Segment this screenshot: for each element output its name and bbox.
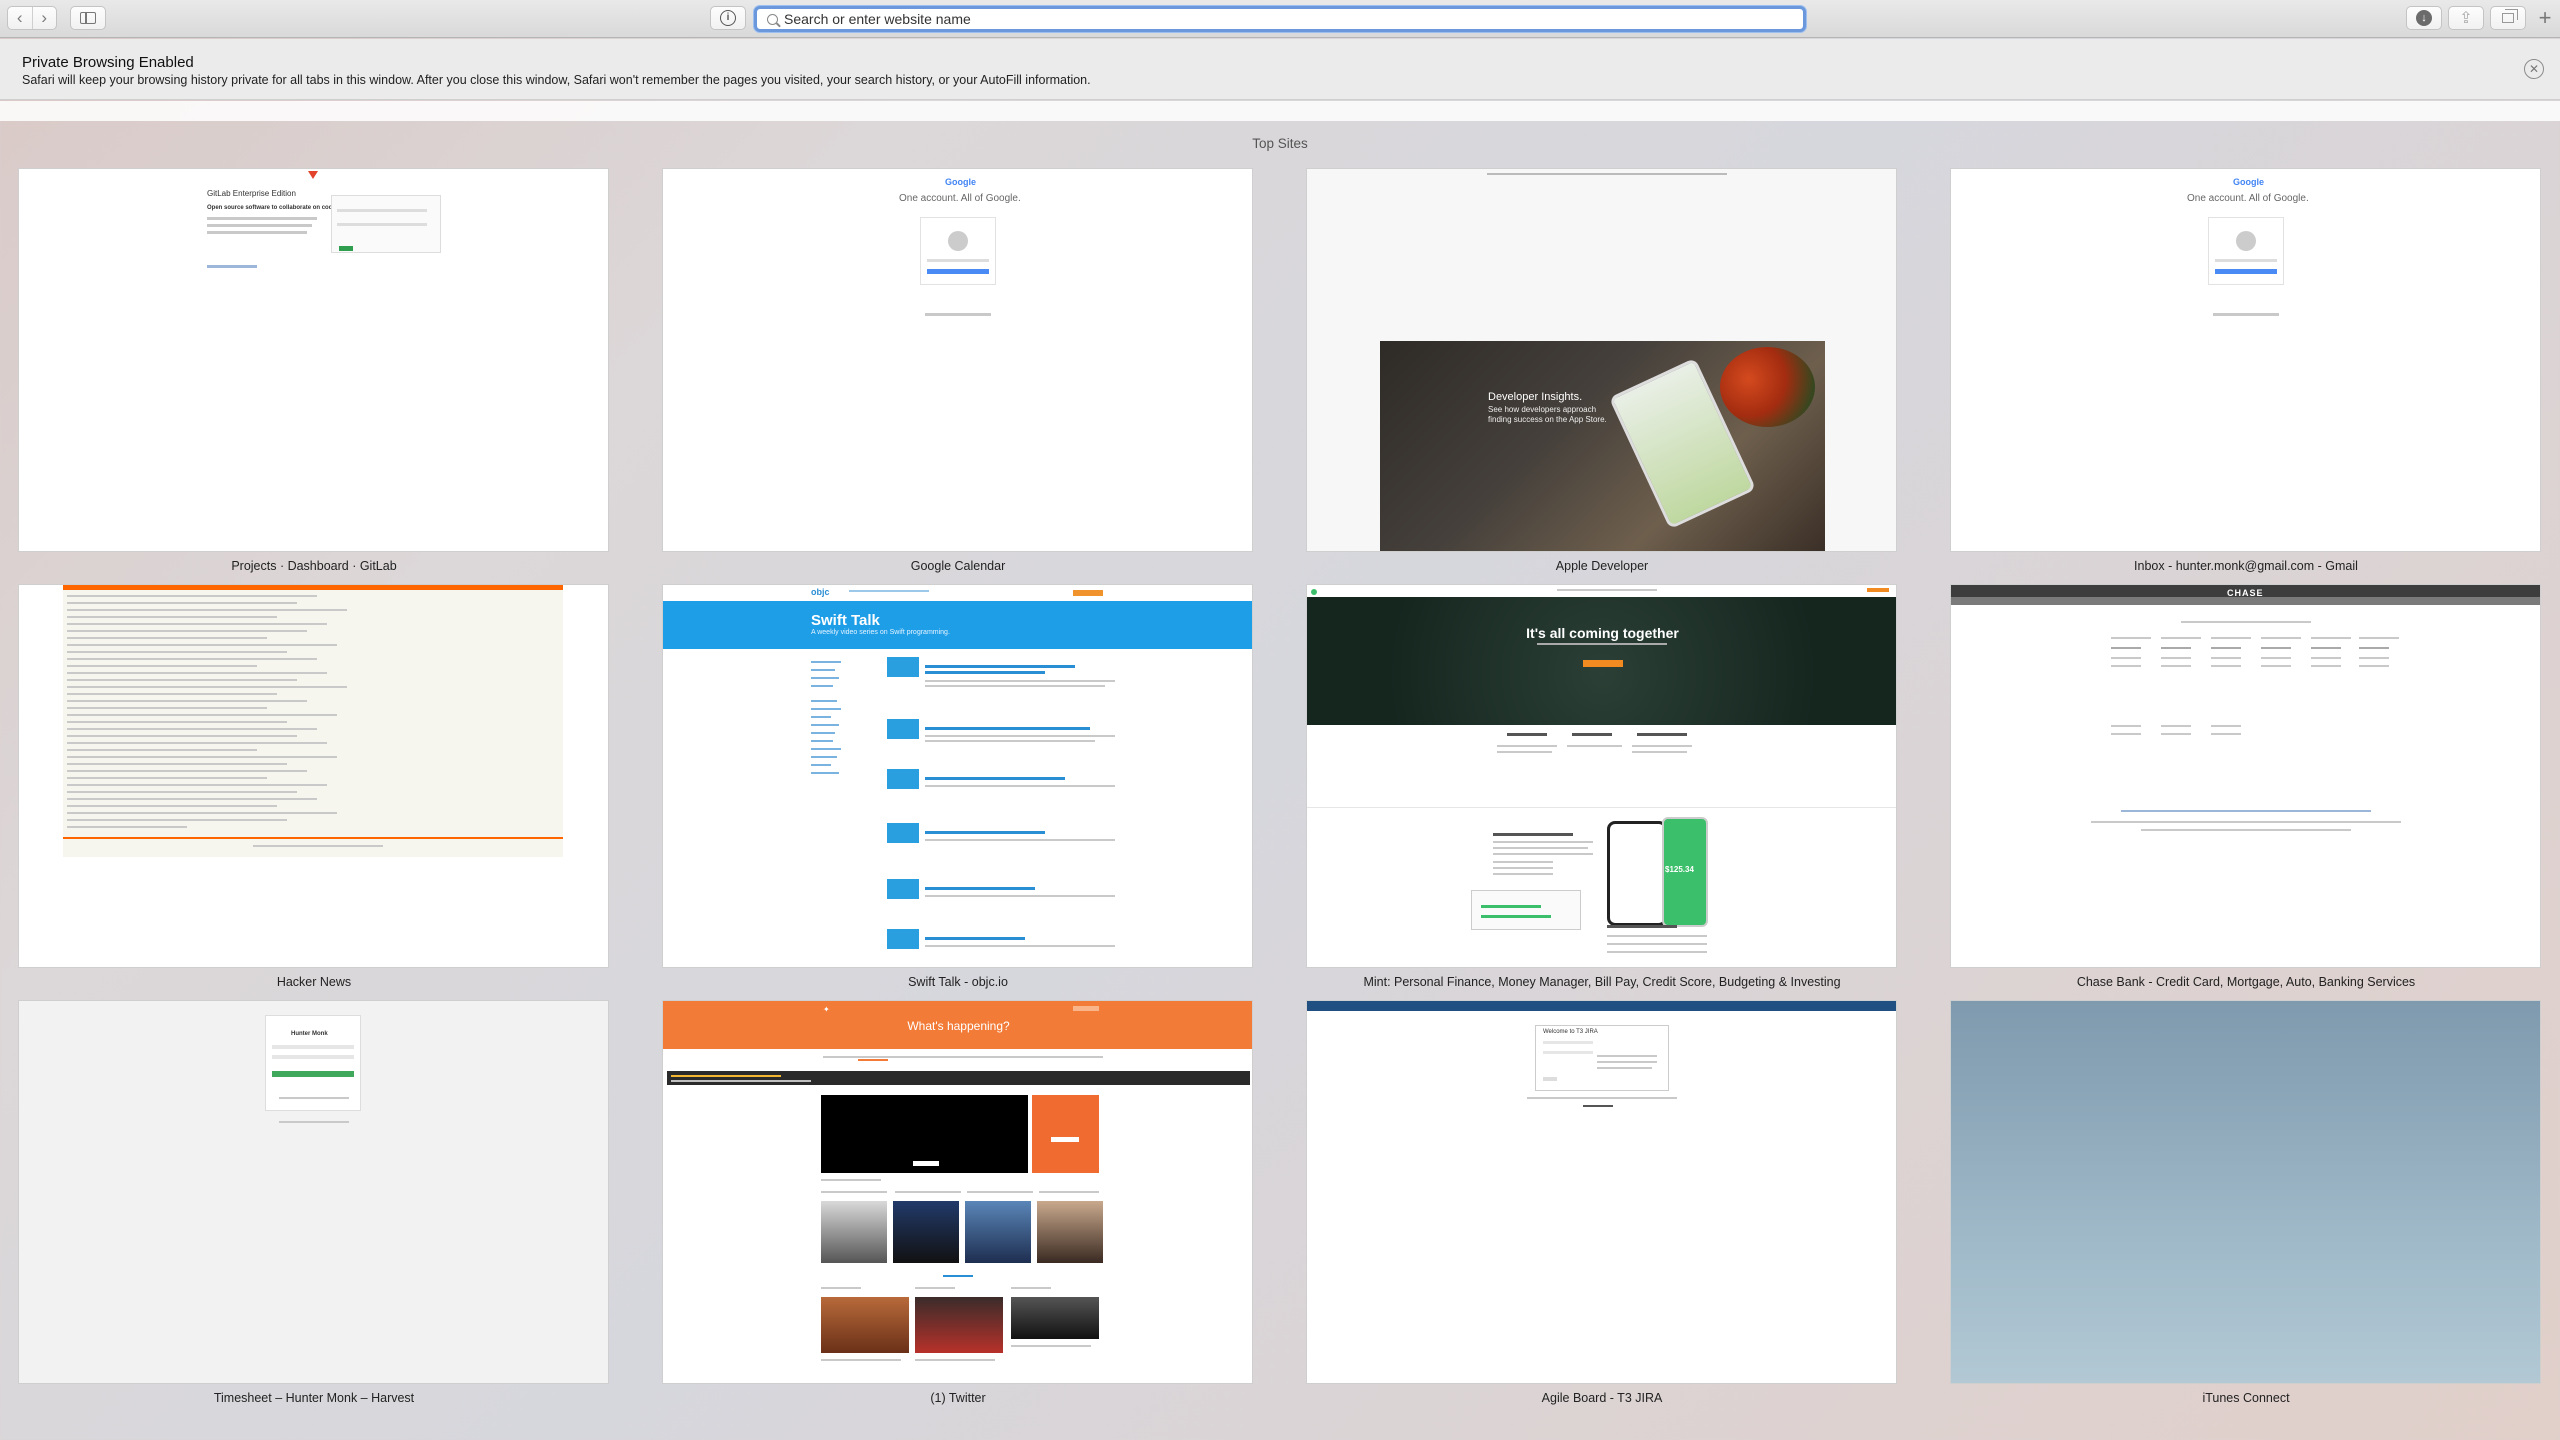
banner-divider bbox=[0, 101, 2560, 121]
download-icon: ↓ bbox=[2416, 10, 2432, 26]
google-next-button bbox=[927, 269, 989, 274]
top-site-tile-gitlab[interactable]: GitLab Enterprise Edition Open source so… bbox=[18, 168, 609, 552]
twitter-notice-bar bbox=[667, 1071, 1250, 1085]
top-site-tile-jira[interactable]: Welcome to T3 JIRA bbox=[1306, 1000, 1897, 1384]
top-site-tile-hacker-news[interactable] bbox=[18, 584, 609, 968]
google-signin-card bbox=[920, 217, 996, 285]
news-photo bbox=[821, 1297, 909, 1353]
top-site-tile-gmail[interactable]: Google One account. All of Google. bbox=[1950, 168, 2541, 552]
balance-amount: $125.34 bbox=[1665, 865, 1694, 874]
top-site-tile-chase[interactable]: CHASE bbox=[1950, 584, 2541, 968]
tile-label: iTunes Connect bbox=[2202, 1391, 2290, 1405]
top-site-tile-apple-developer[interactable]: Developer Insights. See how developers a… bbox=[1306, 168, 1897, 552]
twitter-bird-icon: ✦ bbox=[823, 1005, 830, 1014]
swift-talk-title: Swift Talk bbox=[811, 612, 880, 629]
banner-subheading: See how developers approach finding succ… bbox=[1488, 405, 1607, 424]
swift-talk-header bbox=[663, 601, 1252, 649]
hn-page bbox=[63, 585, 563, 857]
downloads-button[interactable]: ↓ bbox=[2406, 6, 2442, 30]
budget-panel bbox=[1471, 890, 1581, 930]
news-photo bbox=[821, 1201, 887, 1263]
harvest-user-name: Hunter Monk bbox=[291, 1031, 328, 1037]
new-tab-button[interactable]: + bbox=[2534, 7, 2556, 30]
avatar-icon bbox=[948, 231, 968, 251]
developer-insights-banner: Developer Insights. See how developers a… bbox=[1380, 341, 1825, 551]
tile-label: Chase Bank - Credit Card, Mortgage, Auto… bbox=[2076, 975, 2416, 989]
tile-subheading: Open source software to collaborate on c… bbox=[207, 205, 336, 211]
banner-heading: Developer Insights. bbox=[1488, 391, 1583, 403]
news-photo bbox=[893, 1201, 959, 1263]
tabs-icon bbox=[2502, 9, 2518, 23]
harvest-signin-button bbox=[272, 1071, 354, 1077]
info-icon: i bbox=[720, 10, 736, 26]
tile-heading: GitLab Enterprise Edition bbox=[207, 189, 296, 198]
google-signin-card bbox=[2208, 217, 2284, 285]
jira-header bbox=[1307, 1001, 1896, 1011]
hn-header bbox=[63, 585, 563, 590]
episode-thumbnail bbox=[887, 769, 919, 789]
top-site-tile-objc-io[interactable]: objc Swift Talk A weekly video series on… bbox=[662, 584, 1253, 968]
share-button[interactable]: ⇪ bbox=[2448, 6, 2484, 30]
chase-logo: CHASE bbox=[2227, 588, 2264, 598]
episode-thumbnail bbox=[887, 929, 919, 949]
episode-thumbnail bbox=[887, 823, 919, 843]
sidebar-button[interactable] bbox=[70, 6, 106, 30]
phone-image bbox=[1607, 821, 1667, 926]
top-site-tile-itunes-connect[interactable] bbox=[1950, 1000, 2541, 1384]
banner-text: Safari will keep your browsing history p… bbox=[22, 73, 1091, 87]
avatar-icon bbox=[2236, 231, 2256, 251]
episode-thumbnail bbox=[887, 657, 919, 677]
address-bar[interactable] bbox=[754, 6, 1806, 32]
mint-hero-title: It's all coming together bbox=[1526, 625, 1679, 641]
top-site-tile-mint[interactable]: It's all coming together $125.34 bbox=[1306, 584, 1897, 968]
forward-button[interactable]: › bbox=[33, 7, 57, 29]
subscribe-badge bbox=[1073, 590, 1103, 596]
itunes-connect-background bbox=[1951, 1001, 2540, 1383]
mint-signup-button bbox=[1583, 660, 1623, 667]
show-tabs-button[interactable] bbox=[2490, 6, 2526, 30]
top-sites-title: Top Sites bbox=[1252, 136, 1308, 151]
episode-thumbnail bbox=[887, 879, 919, 899]
address-input[interactable] bbox=[784, 11, 1684, 27]
gitlab-logo-icon bbox=[308, 171, 318, 179]
top-site-tile-google-calendar[interactable]: Google One account. All of Google. bbox=[662, 168, 1253, 552]
browser-toolbar: ‹ › i ↓ ⇪ + bbox=[0, 0, 2560, 38]
objc-logo: objc bbox=[811, 587, 830, 597]
close-icon: ✕ bbox=[2528, 62, 2540, 76]
private-browsing-banner: Private Browsing Enabled Safari will kee… bbox=[0, 39, 2560, 100]
twitter-headline: What's happening? bbox=[907, 1019, 1010, 1033]
swift-talk-subtitle: A weekly video series on Swift programmi… bbox=[811, 629, 950, 636]
tile-heading: One account. All of Google. bbox=[2187, 193, 2309, 204]
navigation-buttons: ‹ › bbox=[7, 6, 57, 30]
close-banner-button[interactable]: ✕ bbox=[2524, 59, 2544, 79]
tile-label: Inbox - hunter.monk@gmail.com - Gmail bbox=[2134, 559, 2358, 573]
google-logo: Google bbox=[945, 177, 976, 187]
tile-heading: One account. All of Google. bbox=[899, 193, 1021, 204]
reader-button[interactable]: i bbox=[710, 6, 746, 30]
banner-title: Private Browsing Enabled bbox=[22, 54, 194, 71]
sidebar-icon bbox=[80, 12, 96, 24]
episode-thumbnail bbox=[887, 719, 919, 739]
top-site-tile-twitter[interactable]: ✦ What's happening? bbox=[662, 1000, 1253, 1384]
news-photo bbox=[1037, 1201, 1103, 1263]
news-photo bbox=[965, 1201, 1031, 1263]
news-photo bbox=[915, 1297, 1003, 1353]
google-logo: Google bbox=[2233, 177, 2264, 187]
news-photo bbox=[1011, 1297, 1099, 1339]
back-button[interactable]: ‹ bbox=[8, 7, 33, 29]
twitter-promo bbox=[1032, 1095, 1099, 1173]
gitlab-signin-button bbox=[339, 246, 353, 251]
google-next-button bbox=[2215, 269, 2277, 274]
search-icon bbox=[767, 13, 778, 25]
share-icon: ⇪ bbox=[2459, 10, 2473, 27]
jira-welcome: Welcome to T3 JIRA bbox=[1543, 1029, 1598, 1035]
top-site-tile-harvest[interactable]: Hunter Monk bbox=[18, 1000, 609, 1384]
